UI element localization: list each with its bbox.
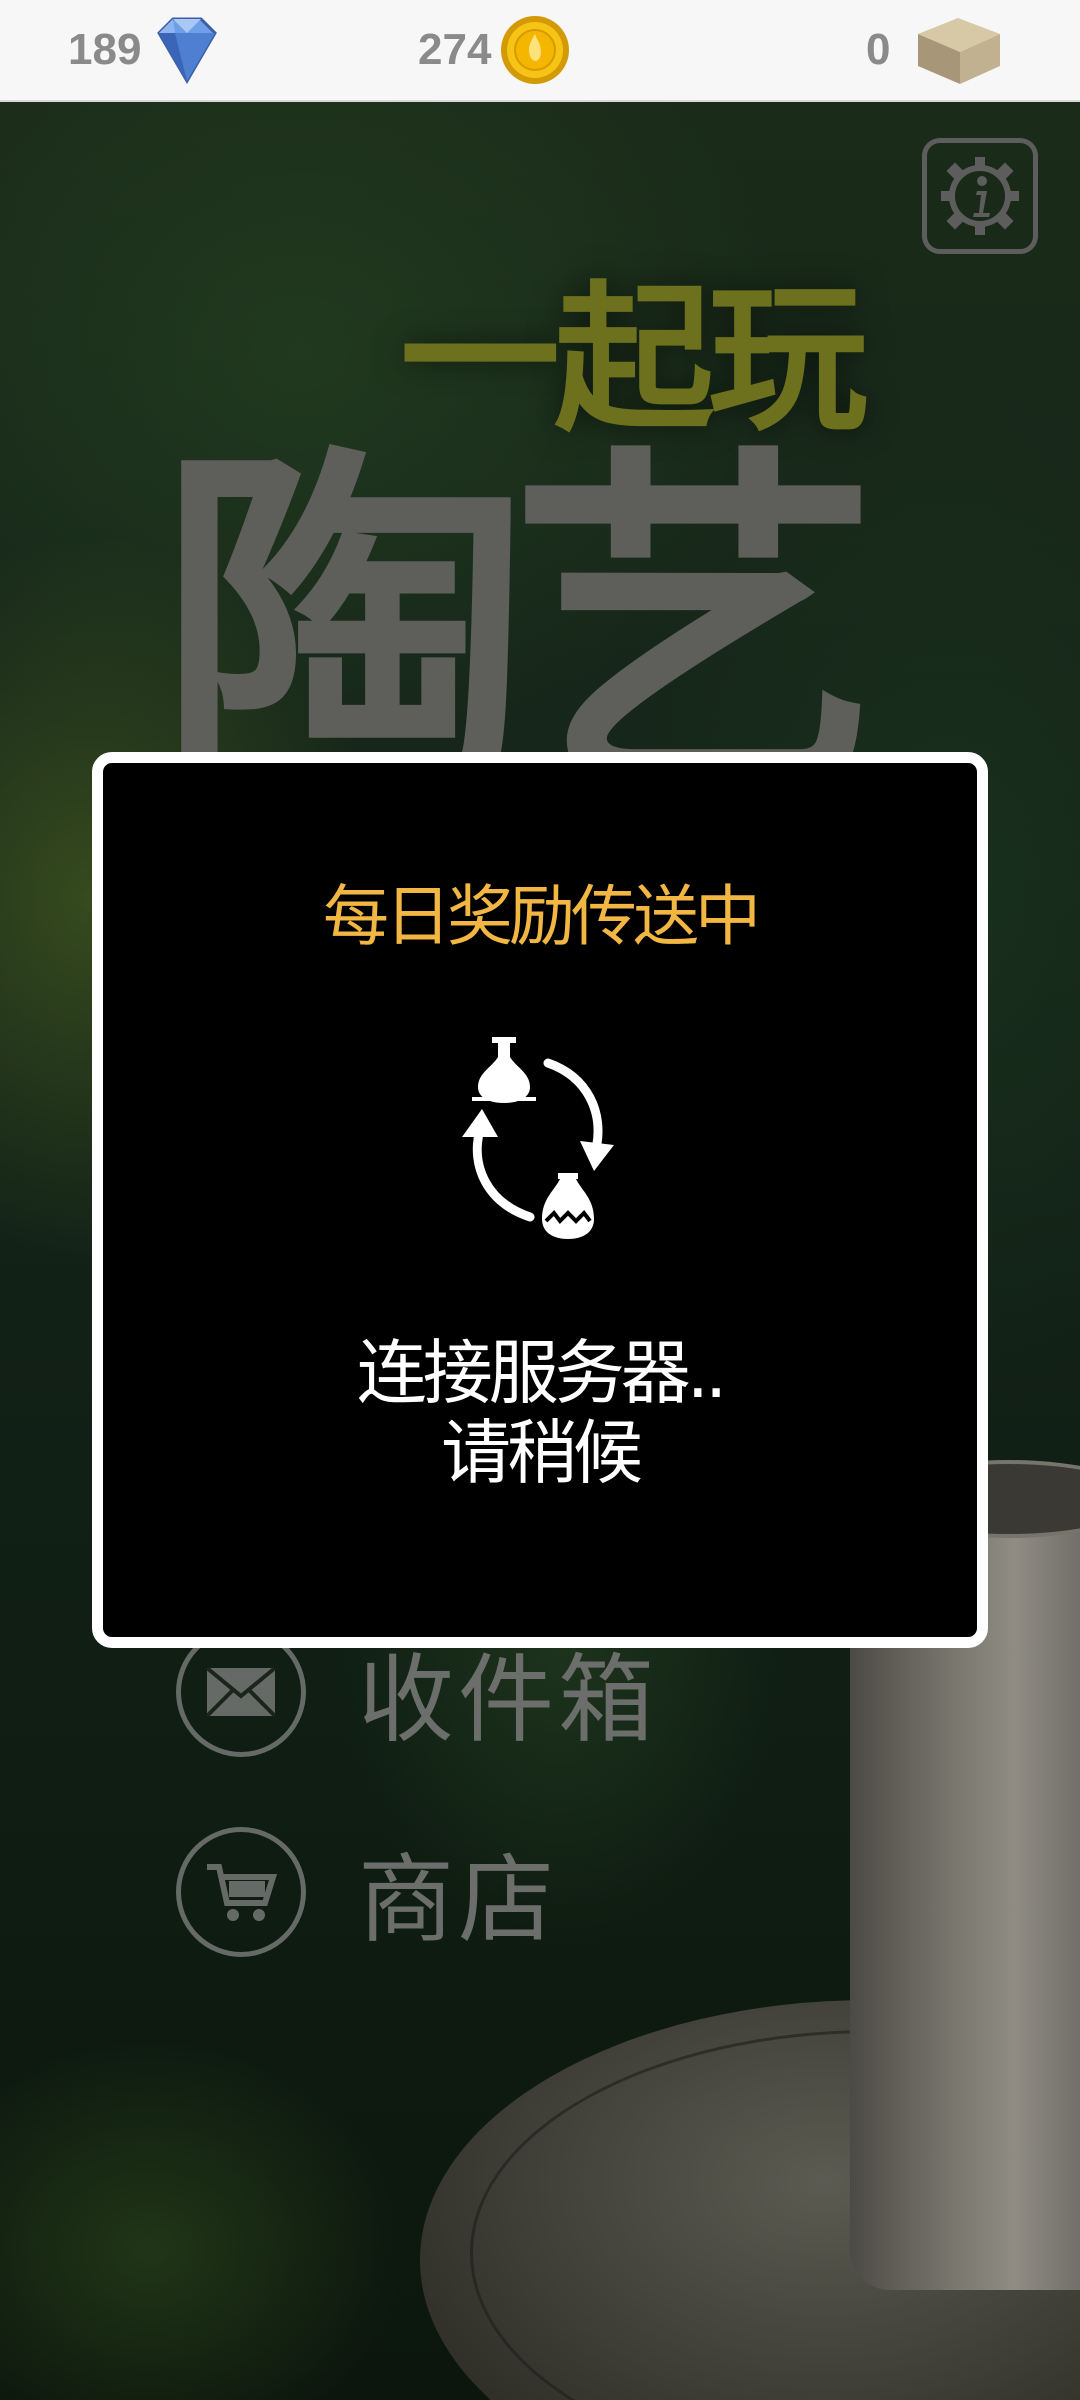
dialog-message-line1: 连接服务器.. bbox=[356, 1332, 728, 1414]
cart-icon bbox=[176, 1826, 306, 1957]
coin-count: 274 bbox=[418, 25, 492, 74]
clay-count: 0 bbox=[866, 25, 891, 74]
clay-block-icon bbox=[918, 18, 1001, 84]
menu-label-shop: 商店 bbox=[358, 1844, 558, 1956]
gear-info-icon bbox=[941, 157, 1019, 235]
dialog-title: 每日奖励传送中 bbox=[323, 878, 761, 955]
info-button[interactable] bbox=[922, 138, 1038, 254]
daily-reward-dialog: 每日奖励传送中 连接服务器.. 请稍候 bbox=[92, 752, 988, 1648]
gem-count: 189 bbox=[68, 25, 142, 74]
dialog-message: 连接服务器.. 请稍候 bbox=[103, 1333, 977, 1493]
dialog-message-line2: 请稍候 bbox=[441, 1412, 643, 1494]
gem-counter[interactable]: 189 bbox=[68, 17, 225, 84]
menu-item-shop[interactable]: 商店 bbox=[176, 1822, 558, 1961]
coin-icon bbox=[501, 16, 570, 84]
game-screen: 189 274 0 一起玩 陶艺 收件箱 商店 每日奖励传送中 连接服务器.. … bbox=[0, 0, 1080, 2400]
coin-counter[interactable]: 274 bbox=[418, 16, 571, 84]
diamond-icon bbox=[157, 17, 218, 84]
sync-vases-icon bbox=[462, 1037, 614, 1239]
clay-counter[interactable]: 0 bbox=[866, 18, 1004, 84]
currency-bar: 189 274 0 bbox=[0, 0, 1080, 102]
game-title-line1: 一起玩 bbox=[400, 266, 868, 453]
